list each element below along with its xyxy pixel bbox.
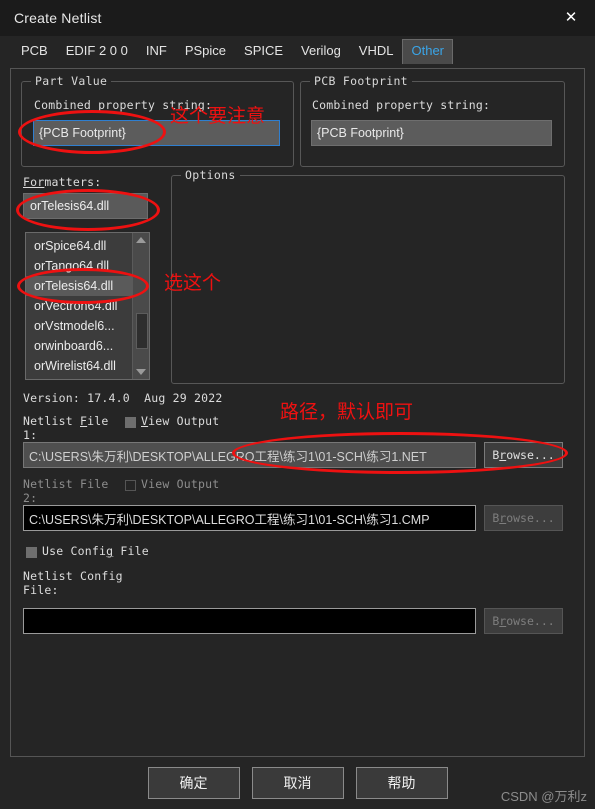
pcb-footprint-group: PCB Footprint Combined property string: … bbox=[300, 74, 565, 167]
version-text: Version: 17.4.0 Aug 29 2022 bbox=[23, 391, 223, 405]
list-item[interactable]: orWirelist64.dll bbox=[26, 356, 132, 376]
cancel-button[interactable]: 取消 bbox=[251, 767, 344, 799]
formatters-listbox[interactable]: orSpice64.dll orTango64.dll orTelesis64.… bbox=[25, 232, 150, 380]
netlist2-path-input: C:\USERS\朱万利\DESKTOP\ALLEGRO工程\练习1\01-SC… bbox=[23, 505, 476, 531]
csdn-watermark: CSDN @万利z bbox=[500, 789, 587, 804]
tab-panel-other: Part Value Combined property string: {PC… bbox=[10, 68, 585, 757]
close-icon[interactable]: ✕ bbox=[557, 4, 585, 30]
netlist1-label: Netlist File 1: bbox=[23, 414, 109, 442]
formatters-scrollbar[interactable] bbox=[132, 233, 149, 379]
tab-verilog[interactable]: Verilog bbox=[292, 39, 350, 64]
title-bar: Create Netlist ✕ bbox=[0, 0, 595, 36]
pcb-footprint-input[interactable]: {PCB Footprint} bbox=[311, 120, 552, 146]
tab-pcb[interactable]: PCB bbox=[12, 39, 57, 64]
options-group-title: Options bbox=[181, 168, 240, 182]
window-title: Create Netlist bbox=[14, 10, 102, 26]
netlist2-view-output-checkbox bbox=[125, 480, 136, 491]
netlist2-label: Netlist File 2: bbox=[23, 477, 109, 505]
formatters-label: Formatters: bbox=[23, 175, 102, 189]
tab-spice[interactable]: SPICE bbox=[235, 39, 292, 64]
formatters-combo[interactable]: orTelesis64.dll bbox=[23, 193, 148, 219]
help-button[interactable]: 帮助 bbox=[355, 767, 448, 799]
dialog-button-bar: 确定 取消 帮助 CSDN @万利z bbox=[0, 757, 595, 809]
netlist1-path-input[interactable]: C:\USERS\朱万利\DESKTOP\ALLEGRO工程\练习1\01-SC… bbox=[23, 442, 476, 468]
netlist2-browse-label: Browse... bbox=[492, 511, 555, 525]
config-browse-label: Browse... bbox=[492, 614, 555, 628]
netlist-config-path-input[interactable] bbox=[23, 608, 476, 634]
part-value-input[interactable]: {PCB Footprint} bbox=[33, 120, 280, 146]
netlist1-view-output-label: View Output bbox=[141, 414, 220, 428]
use-config-file-label: Use Config File bbox=[42, 544, 149, 558]
options-group: Options bbox=[171, 168, 565, 384]
part-value-group: Part Value Combined property string: {PC… bbox=[21, 74, 294, 167]
tab-edif200[interactable]: EDIF 2 0 0 bbox=[57, 39, 137, 64]
list-item[interactable]: orwinboard6... bbox=[26, 336, 132, 356]
ok-button[interactable]: 确定 bbox=[147, 767, 240, 799]
use-config-file-checkbox[interactable] bbox=[26, 547, 37, 558]
tab-pspice[interactable]: PSpice bbox=[176, 39, 235, 64]
part-value-label: Combined property string: bbox=[34, 98, 213, 112]
tab-bar: PCB EDIF 2 0 0 INF PSpice SPICE Verilog … bbox=[0, 36, 595, 64]
formatters-list-items: orSpice64.dll orTango64.dll orTelesis64.… bbox=[26, 233, 132, 379]
tab-inf[interactable]: INF bbox=[137, 39, 176, 64]
tab-other[interactable]: Other bbox=[402, 39, 453, 64]
netlist-config-label: Netlist Config File: bbox=[23, 569, 123, 597]
netlist-config-browse-button: Browse... bbox=[484, 608, 563, 634]
netlist2-browse-button: Browse... bbox=[484, 505, 563, 531]
pcb-footprint-group-title: PCB Footprint bbox=[310, 74, 412, 88]
tab-vhdl[interactable]: VHDL bbox=[350, 39, 403, 64]
netlist1-browse-button[interactable]: Browse... bbox=[484, 442, 563, 468]
part-value-group-title: Part Value bbox=[31, 74, 112, 88]
list-item[interactable]: orVstmodel6... bbox=[26, 316, 132, 336]
list-item[interactable]: orTelesis64.dll bbox=[26, 276, 132, 296]
scrollbar-thumb[interactable] bbox=[136, 313, 148, 349]
scroll-up-arrow-icon[interactable] bbox=[136, 237, 146, 243]
pcb-footprint-label: Combined property string: bbox=[312, 98, 491, 112]
create-netlist-dialog: Create Netlist ✕ PCB EDIF 2 0 0 INF PSpi… bbox=[0, 0, 595, 809]
netlist2-view-output-label: View Output bbox=[141, 477, 220, 491]
netlist1-browse-label: Browse... bbox=[492, 448, 555, 462]
list-item[interactable]: orSpice64.dll bbox=[26, 236, 132, 256]
list-item[interactable]: orTango64.dll bbox=[26, 256, 132, 276]
netlist1-view-output-checkbox[interactable] bbox=[125, 417, 136, 428]
list-item[interactable]: orVectron64.dll bbox=[26, 296, 132, 316]
scroll-down-arrow-icon[interactable] bbox=[136, 369, 146, 375]
